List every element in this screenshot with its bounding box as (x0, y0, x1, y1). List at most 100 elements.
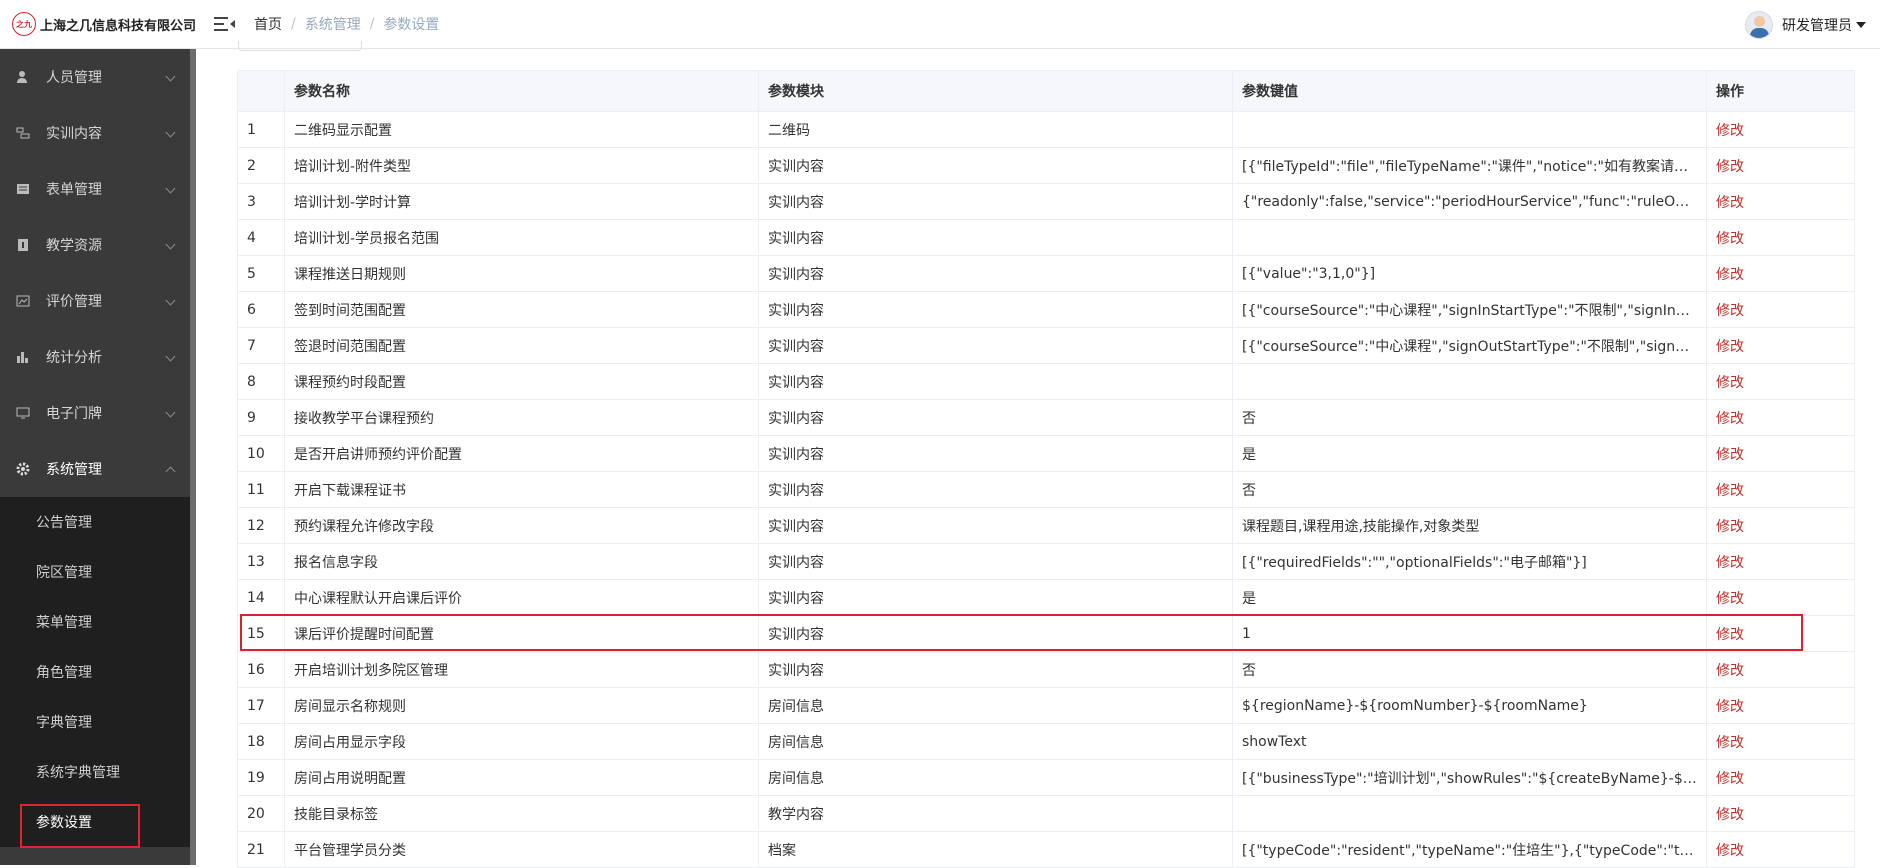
cell-param-value: [{"businessType":"培训计划","showRules":"${c… (1232, 759, 1707, 796)
sidebar-item-label: 评价管理 (46, 294, 102, 310)
edit-link[interactable]: 修改 (1706, 111, 1855, 148)
edit-link[interactable]: 修改 (1706, 435, 1855, 472)
cell-param-module: 实训内容 (758, 399, 1233, 436)
edit-link[interactable]: 修改 (1706, 543, 1855, 580)
sidebar-item-system[interactable]: 系统管理 (0, 441, 196, 497)
sidebar-item-forms[interactable]: 表单管理 (0, 161, 196, 217)
cell-param-module: 实训内容 (758, 579, 1233, 616)
edit-link[interactable]: 修改 (1706, 795, 1855, 832)
table-row: 9 接收教学平台课程预约 实训内容否修改 (237, 399, 1855, 436)
sidebar-item-label: 表单管理 (46, 182, 102, 198)
table-row: 14 中心课程默认开启课后评价 实训内容是修改 (237, 579, 1855, 616)
cell-index: 20 (237, 795, 285, 832)
edit-link[interactable]: 修改 (1706, 759, 1855, 796)
edit-link[interactable]: 修改 (1706, 507, 1855, 544)
edit-link[interactable]: 修改 (1706, 399, 1855, 436)
logo[interactable]: 之九 上海之几信息科技有限公司 (0, 0, 196, 49)
cell-index: 1 (237, 111, 285, 148)
sidebar-subitem-role[interactable]: 角色管理 (0, 647, 196, 697)
sidebar-item-resources[interactable]: 教学资源 (0, 217, 196, 273)
edit-link[interactable]: 修改 (1706, 183, 1855, 220)
table-row: 11 开启下载课程证书 实训内容否修改 (237, 471, 1855, 508)
chevron-down-icon (165, 127, 176, 138)
resource-icon (16, 238, 30, 252)
cell-param-module: 实训内容 (758, 291, 1233, 328)
person-icon (16, 70, 30, 84)
edit-link[interactable]: 修改 (1706, 219, 1855, 256)
edit-link[interactable]: 修改 (1706, 651, 1855, 688)
cell-param-name: 房间显示名称规则 (284, 687, 759, 724)
table-row: 1 二维码显示配置 二维码 修改 (237, 111, 1855, 148)
cell-param-module: 实训内容 (758, 255, 1233, 292)
user-name[interactable]: 研发管理员 (1782, 15, 1852, 35)
column-header-name: 参数名称 (284, 70, 759, 112)
sidebar-subitem-dictionary[interactable]: 字典管理 (0, 697, 196, 747)
edit-link[interactable]: 修改 (1706, 471, 1855, 508)
table-row: 12 预约课程允许修改字段 实训内容 课程题目,课程用途,技能操作,对象类型 修改 (237, 507, 1855, 544)
cell-param-module: 实训内容 (758, 183, 1233, 220)
cell-index: 15 (237, 615, 285, 652)
table-row: 20 技能目录标签 教学内容 修改 (237, 795, 1855, 832)
cell-param-module: 实训内容 (758, 471, 1233, 508)
edit-link[interactable]: 修改 (1706, 363, 1855, 400)
sidebar-subitem-announcement[interactable]: 公告管理 (0, 497, 196, 547)
column-header-value: 参数键值 (1232, 70, 1707, 112)
cell-index: 12 (237, 507, 285, 544)
cell-param-module: 档案 (758, 831, 1233, 868)
menu-toggle-icon[interactable] (214, 16, 235, 32)
cell-param-name: 课后评价提醒时间配置 (284, 615, 759, 652)
cell-param-name: 接收教学平台课程预约 (284, 399, 759, 436)
user-menu[interactable]: 研发管理员 (1745, 0, 1866, 49)
sidebar-item-label: 系统管理 (46, 462, 102, 478)
edit-link[interactable]: 修改 (1706, 291, 1855, 328)
column-header-module: 参数模块 (758, 70, 1233, 112)
cell-param-name: 培训计划-学时计算 (284, 183, 759, 220)
table-row: 5 课程推送日期规则 实训内容 [{"value":"3,1,0"}] 修改 (237, 255, 1855, 292)
sidebar-subitem-parameters[interactable]: 参数设置 (0, 797, 196, 848)
cell-param-name: 开启培训计划多院区管理 (284, 651, 759, 688)
table-row: 17 房间显示名称规则 房间信息 ${regionName}-${roomNumber… (237, 687, 1855, 724)
cell-param-name: 报名信息字段 (284, 543, 759, 580)
cell-param-value (1232, 219, 1707, 256)
edit-link[interactable]: 修改 (1706, 615, 1855, 652)
cell-param-name: 是否开启讲师预约评价配置 (284, 435, 759, 472)
sidebar-subitem-system-dictionary[interactable]: 系统字典管理 (0, 747, 196, 797)
edit-link[interactable]: 修改 (1706, 723, 1855, 760)
sidebar: 人员管理 实训内容 表单管理 教学资源 评价管理 统计分析 电子门牌 系统管理 … (0, 49, 196, 865)
cell-param-name: 房间占用显示字段 (284, 723, 759, 760)
bar-chart-icon (16, 350, 30, 364)
breadcrumb-home[interactable]: 首页 (254, 14, 282, 34)
avatar[interactable] (1745, 10, 1773, 39)
edit-link[interactable]: 修改 (1706, 687, 1855, 724)
edit-link[interactable]: 修改 (1706, 327, 1855, 364)
cell-index: 18 (237, 723, 285, 760)
edit-link[interactable]: 修改 (1706, 831, 1855, 868)
sidebar-subitem-menu[interactable]: 菜单管理 (0, 597, 196, 647)
sidebar-subitem-campus[interactable]: 院区管理 (0, 547, 196, 597)
caret-down-icon[interactable] (1856, 21, 1866, 28)
cell-param-name: 课程推送日期规则 (284, 255, 759, 292)
table-row: 6 签到时间范围配置 实训内容 [{"courseSource":"中心课程","si… (237, 291, 1855, 328)
sidebar-item-statistics[interactable]: 统计分析 (0, 329, 196, 385)
cell-param-value: [{"value":"3,1,0"}] (1232, 255, 1707, 292)
sidebar-item-personnel[interactable]: 人员管理 (0, 49, 196, 105)
table-body: 1 二维码显示配置 二维码 修改 2 培训计划-附件类型 实训内容 [{"fileTypeId… (237, 111, 1855, 868)
chevron-down-icon (165, 71, 176, 82)
cell-param-name: 中心课程默认开启课后评价 (284, 579, 759, 616)
cell-index: 5 (237, 255, 285, 292)
chevron-down-icon (165, 407, 176, 418)
table-row: 19 房间占用说明配置 房间信息 [{"businessType":"培训计划","s… (237, 759, 1855, 796)
table-row: 21 平台管理学员分类 档案 [{"typeCode":"resident","typ… (237, 831, 1855, 868)
toolbar-button[interactable] (238, 41, 362, 51)
gear-icon (16, 462, 30, 476)
cell-index: 4 (237, 219, 285, 256)
breadcrumb-separator: / (369, 16, 375, 32)
sidebar-item-training[interactable]: 实训内容 (0, 105, 196, 161)
edit-link[interactable]: 修改 (1706, 579, 1855, 616)
sidebar-item-evaluation[interactable]: 评价管理 (0, 273, 196, 329)
edit-link[interactable]: 修改 (1706, 147, 1855, 184)
sidebar-item-door-sign[interactable]: 电子门牌 (0, 385, 196, 441)
cell-param-name: 预约课程允许修改字段 (284, 507, 759, 544)
edit-link[interactable]: 修改 (1706, 255, 1855, 292)
cell-param-module: 实训内容 (758, 147, 1233, 184)
